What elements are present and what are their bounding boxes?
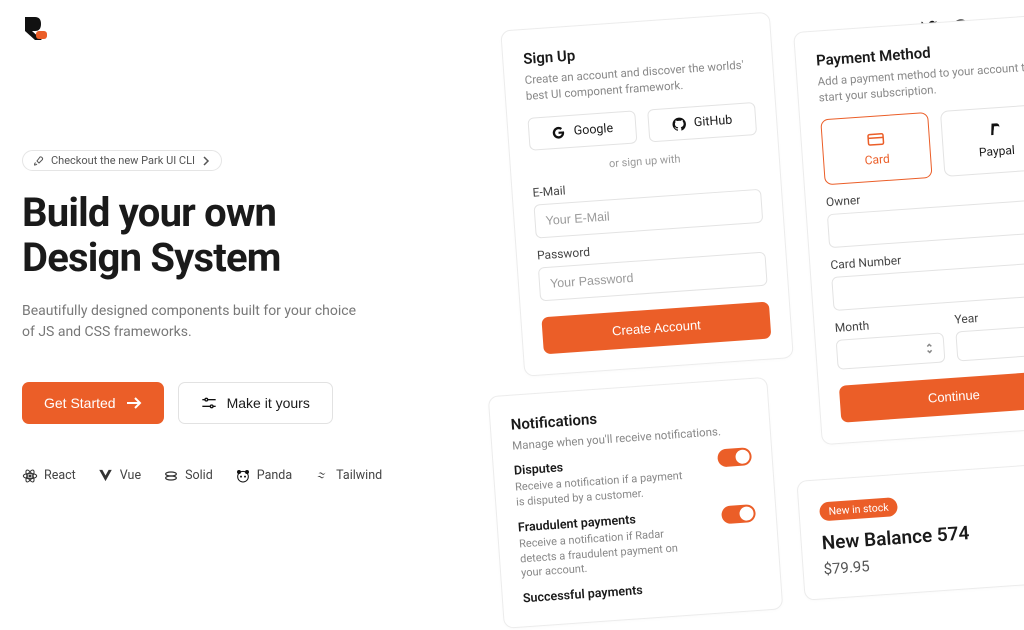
payment-option-card[interactable]: Card	[820, 112, 932, 185]
framework-vue: Vue	[98, 468, 141, 484]
continue-button[interactable]: Continue	[839, 370, 1024, 423]
framework-list: React Vue Solid Panda Tailwind	[22, 468, 402, 484]
sliders-icon	[201, 395, 217, 411]
create-account-button[interactable]: Create Account	[541, 302, 771, 355]
chevron-right-icon	[201, 156, 211, 166]
paypal-icon	[988, 122, 1003, 139]
chevron-updown-icon	[925, 342, 934, 355]
month-select[interactable]	[836, 333, 946, 370]
signup-card: Sign Up Create an account and discover t…	[500, 12, 794, 377]
notification-row-fraud: Fraudulent payments Receive a notificati…	[517, 504, 759, 582]
notification-title: Successful payments	[522, 583, 643, 606]
cli-badge-label: Checkout the new Park UI CLI	[51, 154, 195, 167]
year-label: Year	[954, 305, 1024, 326]
google-icon	[551, 125, 566, 140]
vue-icon	[98, 468, 114, 484]
logo[interactable]	[22, 14, 48, 40]
framework-react: React	[22, 468, 76, 484]
framework-solid: Solid	[163, 468, 213, 484]
make-it-yours-button[interactable]: Make it yours	[178, 382, 333, 424]
framework-panda: Panda	[235, 468, 292, 484]
get-started-button[interactable]: Get Started	[22, 382, 164, 424]
cli-badge[interactable]: Checkout the new Park UI CLI	[22, 150, 222, 171]
showcase: Sign Up Create an account and discover t…	[451, 0, 1024, 573]
google-oauth-button[interactable]: Google	[527, 111, 637, 151]
payment-option-paypal[interactable]: Paypal	[940, 104, 1024, 177]
hero-section: Checkout the new Park UI CLI Build your …	[22, 150, 402, 484]
year-select[interactable]	[955, 324, 1024, 361]
rocket-icon	[33, 155, 45, 167]
product-card: New in stock New Balance 574 $79.95	[796, 462, 1024, 601]
notifications-card: Notifications Manage when you'll receive…	[488, 377, 784, 629]
tailwind-icon	[314, 468, 330, 484]
react-icon	[22, 468, 38, 484]
notification-row-disputes: Disputes Receive a notification if a pay…	[514, 447, 755, 510]
framework-tailwind: Tailwind	[314, 468, 382, 484]
toggle-disputes[interactable]	[717, 447, 752, 467]
payment-card: Payment Method Add a payment method to y…	[793, 13, 1024, 445]
arrow-right-icon	[126, 396, 142, 410]
solid-icon	[163, 468, 179, 484]
hero-buttons: Get Started Make it yours	[22, 382, 402, 424]
github-icon	[671, 117, 686, 132]
new-stock-badge: New in stock	[819, 497, 898, 521]
hero-title: Build your own Design System	[22, 191, 402, 281]
github-oauth-button[interactable]: GitHub	[647, 102, 757, 142]
credit-card-icon	[866, 130, 885, 147]
month-label: Month	[834, 314, 943, 335]
panda-icon	[235, 468, 251, 484]
toggle-fraud[interactable]	[721, 504, 756, 524]
notification-row-success: Successful payments	[522, 575, 760, 607]
hero-subtitle: Beautifully designed components built fo…	[22, 301, 362, 344]
